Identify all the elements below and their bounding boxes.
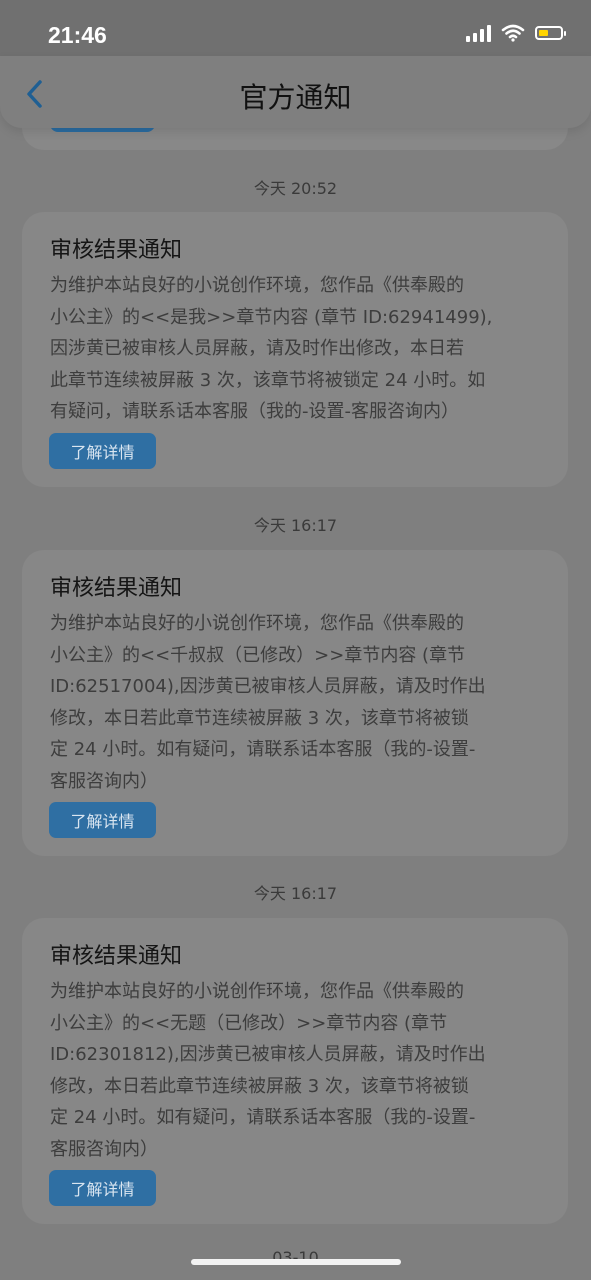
message-card: 审核结果通知 为维护本站良好的小说创作环境，您作品《供奉殿的 小公主》的<<千叔…	[22, 550, 568, 856]
message-title: 审核结果通知	[50, 576, 183, 601]
message-body: 为维护本站良好的小说创作环境，您作品《供奉殿的 小公主》的<<是我>>章节内容 …	[50, 275, 493, 423]
learn-more-button[interactable]: 了解详情	[49, 1170, 156, 1206]
message-title: 审核结果通知	[50, 944, 183, 969]
message-time: 今天 16:17	[253, 884, 338, 903]
message-time: 今天 20:52	[253, 179, 338, 198]
message-time: 今天 16:17	[253, 516, 338, 535]
status-icons	[466, 24, 566, 42]
navigation-bar: 官方通知	[0, 56, 591, 128]
message-title: 审核结果通知	[50, 238, 183, 263]
page-title: 官方通知	[239, 81, 352, 114]
wifi-icon	[501, 24, 525, 42]
status-bar: 21:46	[0, 0, 591, 60]
signal-icon	[466, 24, 491, 42]
learn-more-button[interactable]: 了解详情	[49, 802, 156, 838]
home-indicator[interactable]	[191, 1259, 401, 1265]
learn-more-button[interactable]: 了解详情	[49, 433, 156, 469]
message-body: 为维护本站良好的小说创作环境，您作品《供奉殿的 小公主》的<<千叔叔（已修改）>…	[50, 613, 486, 792]
status-time: 21:46	[48, 22, 107, 48]
message-card: 审核结果通知 为维护本站良好的小说创作环境，您作品《供奉殿的 小公主》的<<无题…	[22, 918, 568, 1224]
message-card: 审核结果通知 为维护本站良好的小说创作环境，您作品《供奉殿的 小公主》的<<是我…	[22, 212, 568, 487]
message-body: 为维护本站良好的小说创作环境，您作品《供奉殿的 小公主》的<<无题（已修改）>>…	[50, 981, 486, 1160]
battery-icon	[535, 26, 566, 40]
message-list[interactable]: 今天 20:52 审核结果通知 为维护本站良好的小说创作环境，您作品《供奉殿的 …	[0, 110, 591, 1280]
